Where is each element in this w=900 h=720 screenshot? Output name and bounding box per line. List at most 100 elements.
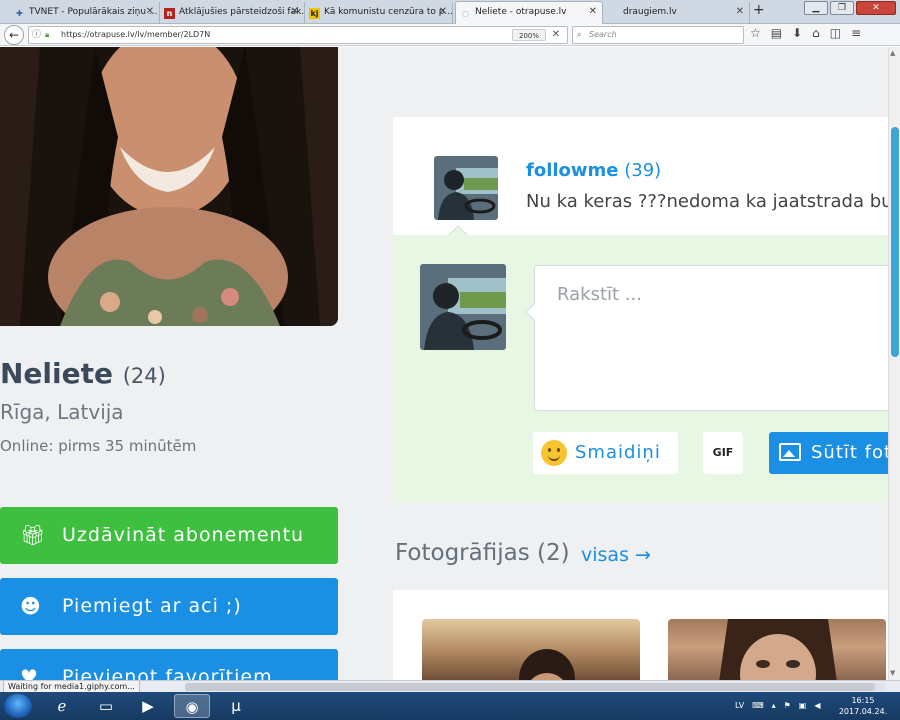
horizontal-scrollbar-thumb[interactable]: [185, 683, 875, 691]
send-photo-label: Sūtīt foto: [811, 442, 888, 463]
gif-button[interactable]: GIF: [703, 432, 743, 474]
flag-icon[interactable]: ⚑: [784, 692, 791, 720]
menu-icon[interactable]: ≡: [851, 26, 861, 40]
volume-icon[interactable]: ◀: [814, 692, 820, 720]
close-tab-icon[interactable]: ✕: [589, 2, 597, 22]
tab-article-2[interactable]: kj Kā komunistu cenzūra to p... ✕: [305, 2, 453, 24]
tab-article-1[interactable]: n Atklājušies pārsteidzoši fak... ✕: [160, 2, 305, 24]
close-tab-icon[interactable]: ✕: [736, 2, 744, 22]
photos-gallery: [393, 590, 888, 680]
reading-list-icon[interactable]: ▤: [771, 26, 782, 40]
profile-sidebar: Neliete (24) Rīga, Latvija Online: pirms…: [0, 47, 350, 680]
photos-title: Fotogrāfijas: [395, 540, 530, 566]
system-tray: LV ⌨ ▴ ⚑ ▣ ◀: [735, 692, 821, 720]
photo-thumbnail-1[interactable]: [422, 619, 640, 680]
back-arrow-icon[interactable]: ←: [4, 25, 24, 45]
scroll-up-icon[interactable]: ▲: [890, 49, 895, 57]
gift-subscription-button[interactable]: 🎁︎ Uzdāvināt abonementu: [0, 507, 338, 564]
show-hidden-icons-icon[interactable]: ▴: [772, 692, 776, 720]
url-text[interactable]: https://otrapuse.lv/lv/member/2LD7N: [61, 27, 210, 43]
status-bar: Waiting for media1.giphy.com...: [0, 680, 900, 693]
firefox-icon[interactable]: ◉: [174, 694, 210, 718]
profile-photo[interactable]: [0, 47, 338, 326]
pocket-icon[interactable]: ◫: [830, 26, 841, 40]
message-item: followme (39) Nu ka keras ???nedoma ka j…: [393, 117, 888, 235]
heart-icon: ♥: [20, 665, 39, 680]
home-icon[interactable]: ⌂: [812, 26, 820, 40]
utorrent-icon[interactable]: µ: [218, 694, 254, 718]
add-favorite-label: Pievienot favorītiem: [62, 666, 273, 680]
tab-bar: ✚ TVNET - Populārākais ziņu ... ✕ n Atklāj…: [0, 0, 900, 25]
lock-icon: 🔒︎: [45, 30, 50, 39]
my-avatar-image: [420, 264, 506, 350]
wink-button[interactable]: ☻ Piemiegt ar aci ;): [0, 578, 338, 635]
search-icon: ⌕: [577, 30, 582, 39]
message-author[interactable]: followme (39): [526, 160, 661, 181]
bookmark-star-icon[interactable]: ☆: [750, 26, 761, 40]
wink-label: Piemiegt ar aci ;): [62, 595, 242, 617]
close-tab-icon[interactable]: ✕: [146, 2, 154, 22]
horizontal-scrollbar[interactable]: [185, 683, 885, 691]
add-favorite-button[interactable]: ♥ Pievienot favorītiem: [0, 649, 338, 680]
message-author-name: followme: [526, 160, 619, 181]
tab-label: TVNET - Populārākais ziņu ...: [29, 7, 158, 17]
tab-otrapuse[interactable]: ◌ Neliete - otrapuse.lv ✕: [455, 1, 603, 25]
message-card: followme (39) Nu ka keras ???nedoma ka j…: [393, 117, 888, 502]
profile-age: (24): [122, 364, 166, 388]
view-all-photos-link[interactable]: visas →: [581, 544, 651, 566]
scrollbar-thumb[interactable]: [891, 127, 899, 357]
vertical-scrollbar[interactable]: ▲ ▼: [888, 47, 900, 680]
photo-thumbnail-2[interactable]: [668, 619, 886, 680]
tab-label: draugiem.lv: [623, 7, 677, 17]
clear-url-icon[interactable]: ✕: [552, 27, 560, 43]
start-button[interactable]: [4, 694, 32, 718]
keyboard-icon[interactable]: ⌨: [752, 692, 764, 720]
maximize-icon[interactable]: ❐: [830, 1, 854, 15]
emoticons-button[interactable]: Smaidiņi: [533, 432, 678, 474]
tab-label: Neliete - otrapuse.lv: [475, 7, 567, 17]
info-icon[interactable]: ⓘ: [32, 27, 41, 43]
message-text: Nu ka keras ???nedoma ka jaatstrada butu: [526, 191, 888, 212]
profile-name-text: Neliete: [0, 357, 113, 390]
file-explorer-icon[interactable]: ▭: [88, 694, 124, 718]
loading-spinner-icon: ◌: [462, 9, 469, 18]
photos-heading: Fotogrāfijas (2): [395, 540, 570, 566]
windows-taskbar: ℯ ▭ ▶ ◉ µ LV ⌨ ▴ ⚑ ▣ ◀ 16:15 2017.04.24.: [0, 692, 900, 720]
sender-avatar-image: [434, 156, 498, 220]
media-player-icon[interactable]: ▶: [130, 694, 166, 718]
language-indicator[interactable]: LV: [735, 692, 744, 720]
clock-date: 2017.04.24.: [838, 707, 888, 716]
tab-draugiem[interactable]: draugiem.lv ✕: [605, 2, 750, 24]
download-icon[interactable]: ⬇: [792, 26, 802, 40]
zoom-indicator[interactable]: 200%: [512, 29, 547, 41]
photo-thumbnail-2-image: [719, 619, 837, 680]
close-tab-icon[interactable]: ✕: [439, 2, 447, 22]
tvnet-favicon-icon: ✚: [16, 9, 23, 18]
send-photo-button[interactable]: Sūtīt foto: [769, 432, 888, 474]
emoticons-label: Smaidiņi: [575, 442, 661, 463]
network-icon[interactable]: ▣: [799, 692, 807, 720]
online-status: Online: pirms 35 minūtēm: [0, 437, 197, 455]
message-textarea[interactable]: Rakstīt ...: [525, 265, 888, 411]
profile-name: Neliete (24): [0, 357, 166, 390]
minimize-icon[interactable]: ▁: [804, 1, 828, 15]
photos-count: (2): [537, 540, 570, 566]
n-favicon-icon: n: [164, 8, 175, 19]
photo-thumbnail-1-image: [519, 649, 575, 680]
new-tab-icon[interactable]: +: [753, 2, 765, 18]
internet-explorer-icon[interactable]: ℯ: [44, 694, 80, 718]
search-input[interactable]: ⌕ Search: [572, 26, 744, 44]
search-placeholder: Search: [589, 30, 617, 39]
my-avatar: [420, 264, 506, 350]
close-tab-icon[interactable]: ✕: [291, 2, 299, 22]
scroll-down-icon[interactable]: ▼: [890, 669, 895, 677]
tab-tvnet[interactable]: ✚ TVNET - Populārākais ziņu ... ✕: [10, 2, 160, 24]
taskbar-clock[interactable]: 16:15 2017.04.24.: [838, 695, 888, 717]
close-window-icon[interactable]: ✕: [856, 1, 896, 15]
url-bar[interactable]: ⓘ 🔒︎ https://otrapuse.lv/lv/member/2LD7N…: [28, 26, 568, 44]
toolbar-icons: ☆ ▤ ⬇ ⌂ ◫ ≡: [750, 26, 861, 40]
gift-icon: 🎁︎: [20, 523, 47, 547]
sender-avatar[interactable]: [434, 156, 498, 220]
page-viewport: Neliete (24) Rīga, Latvija Online: pirms…: [0, 47, 888, 680]
navigation-bar: ← ⓘ 🔒︎ https://otrapuse.lv/lv/member/2LD…: [0, 24, 900, 46]
